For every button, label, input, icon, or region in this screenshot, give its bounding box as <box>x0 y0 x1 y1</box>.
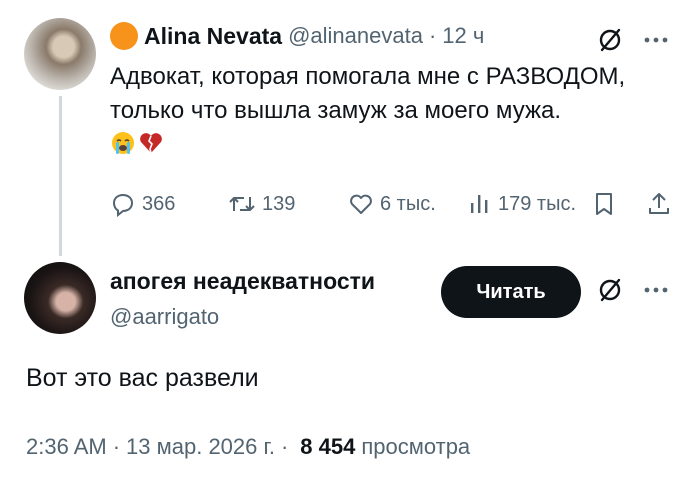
reply-author-name[interactable]: апогея неадекватности <box>110 268 375 295</box>
follow-button[interactable]: Читать <box>441 266 581 318</box>
orange-circle-icon <box>110 22 138 50</box>
avatar-reply-author[interactable] <box>24 262 96 334</box>
meta-separator: · <box>280 434 289 459</box>
bookmark-button[interactable] <box>592 188 622 220</box>
separator-dot: · <box>428 23 437 48</box>
reply-count: 366 <box>142 192 176 215</box>
grok-icon[interactable] <box>594 274 626 306</box>
retweet-icon <box>229 197 255 211</box>
tweet-time[interactable]: 12 ч <box>442 23 484 49</box>
more-options-icon[interactable] <box>638 274 674 306</box>
reply-views-label: просмотра <box>361 434 471 459</box>
tweet-actions: 366 139 6 тыс. 179 тыс. <box>110 188 676 220</box>
retweet-button[interactable]: 139 <box>228 188 295 220</box>
reply-time[interactable]: 2:36 AM <box>26 434 107 460</box>
loudly-crying-face-icon <box>112 132 134 154</box>
reply-meta: 2:36 AM · 13 мар. 2026 г. · 8 454 просмо… <box>26 434 470 460</box>
reply-icon <box>112 193 134 217</box>
author-name[interactable]: Alina Nevata <box>144 23 282 50</box>
reply-date[interactable]: 13 мар. 2026 г. <box>126 434 275 460</box>
grok-icon[interactable] <box>594 24 626 56</box>
emoji-row <box>110 130 164 156</box>
like-count: 6 тыс. <box>380 192 436 215</box>
views-count: 179 тыс. <box>498 192 577 215</box>
retweet-count: 139 <box>262 192 296 215</box>
reply-views-count: 8 454 <box>300 434 356 459</box>
reply-text: Вот это вас развели <box>26 364 259 392</box>
meta-separator: · <box>112 434 121 459</box>
bookmark-icon <box>596 193 612 215</box>
avatar-alina[interactable] <box>24 18 96 90</box>
views-bar-chart-icon <box>471 195 488 213</box>
heart-icon <box>350 194 372 214</box>
more-options-icon[interactable] <box>638 24 674 56</box>
share-button[interactable] <box>646 188 678 220</box>
tweet-text: Адвокат, которая помогала мне с РАЗВОДОМ… <box>110 63 626 124</box>
tweet-header: Alina Nevata @alinanevata · 12 ч <box>110 22 484 50</box>
author-handle[interactable]: @alinanevata <box>288 23 423 49</box>
share-icon <box>649 193 669 214</box>
broken-heart-icon <box>140 133 162 154</box>
thread-line <box>59 96 62 256</box>
reply-button[interactable]: 366 <box>110 188 175 220</box>
views-button[interactable]: 179 тыс. <box>468 188 576 220</box>
like-button[interactable]: 6 тыс. <box>348 188 436 220</box>
reply-author-handle[interactable]: @aarrigato <box>110 304 219 330</box>
